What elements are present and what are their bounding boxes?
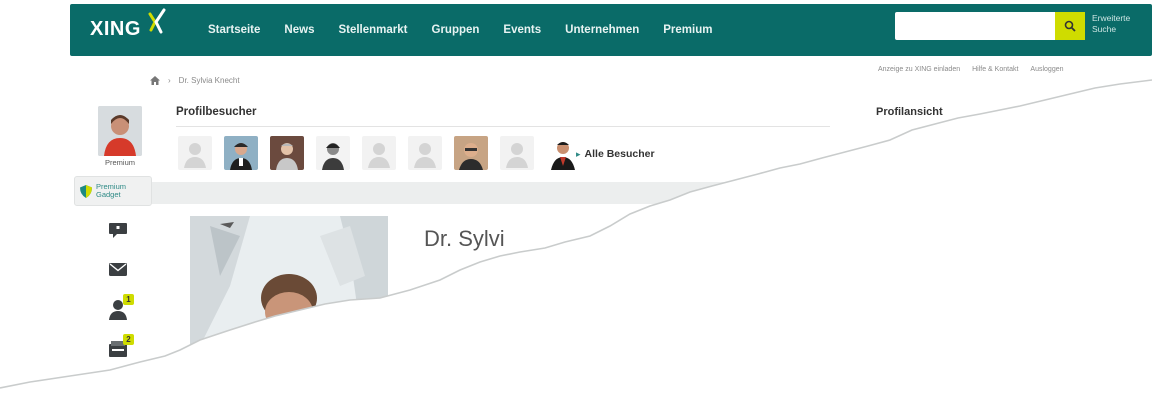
nav-events[interactable]: Events [491,4,553,56]
search-box [895,12,1085,40]
rail-contacts[interactable]: 1 [104,294,134,322]
premium-gadget-label: Premium Gadget [96,182,127,199]
breadcrumb-current: Dr. Sylvia Knecht [178,76,240,85]
profile-photo[interactable] [190,216,388,394]
main-nav: Startseite News Stellenmarkt Gruppen Eve… [196,4,724,56]
section-divider [152,182,1152,204]
visitor-avatar[interactable] [178,136,212,170]
xing-logo-icon [148,8,166,34]
home-icon[interactable] [150,76,160,85]
search-input[interactable] [895,12,1053,40]
breadcrumb-separator: › [168,76,171,85]
account-type-label: Premium [104,158,135,167]
visitor-avatar[interactable] [362,136,396,170]
rail-messages[interactable] [104,256,132,282]
all-visitors-label: Alle Besucher [584,148,655,160]
own-avatar[interactable] [98,106,142,156]
speech-bubble-icon [109,223,127,238]
search-icon [1064,20,1076,32]
logout-link[interactable]: Ausloggen [1030,66,1063,73]
nav-gruppen[interactable]: Gruppen [420,4,492,56]
visitor-avatar[interactable] [316,136,350,170]
nav-news[interactable]: News [272,4,326,56]
arrow-right-icon: ▸ [576,148,581,159]
contacts-badge: 1 [123,294,134,305]
visitor-avatar[interactable] [270,136,304,170]
profile-name: Dr. Sylvi [424,226,505,251]
invite-link[interactable]: Anzeige zu XING einladen [878,66,960,73]
help-link[interactable]: Hilfe & Kontakt [972,66,1018,73]
envelope-icon [109,262,127,276]
visitors-title: Profilbesucher [176,106,257,118]
visitors-divider [176,126,830,127]
visitor-avatar[interactable] [546,136,580,170]
search-button[interactable] [1055,12,1085,40]
extended-search-link[interactable]: Erweiterte Suche [1092,13,1152,35]
all-visitors-link[interactable]: ▸ Alle Besucher [576,148,655,160]
nav-startseite[interactable]: Startseite [196,4,272,56]
breadcrumb: › Dr. Sylvia Knecht [150,76,240,85]
visitors-list [178,136,580,170]
nav-premium[interactable]: Premium [651,4,724,56]
profile-view-title: Profilansicht [876,106,943,118]
top-navigation-bar: XING Startseite News Stellenmarkt Gruppe… [70,4,1152,56]
rail-feedback[interactable] [104,218,132,244]
nav-unternehmen[interactable]: Unternehmen [553,4,651,56]
top-links: Anzeige zu XING einladen Hilfe & Kontakt… [878,66,1064,73]
shield-icon [80,184,92,198]
inbox-badge: 2 [123,334,134,345]
nav-stellenmarkt[interactable]: Stellenmarkt [326,4,419,56]
visitor-avatar[interactable] [454,136,488,170]
visitor-avatar[interactable] [408,136,442,170]
rail-inbox[interactable]: 2 [104,334,134,362]
visitor-avatar[interactable] [224,136,258,170]
premium-gadget-button[interactable]: Premium Gadget [74,176,152,206]
visitor-avatar[interactable] [500,136,534,170]
xing-logo[interactable]: XING [90,18,141,41]
